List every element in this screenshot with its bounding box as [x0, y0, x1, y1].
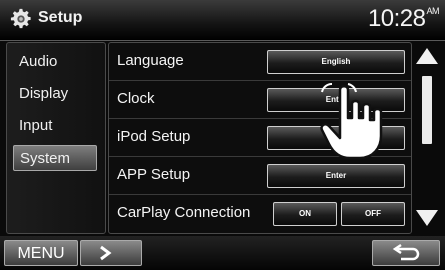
bottom-bar: MENU [0, 236, 445, 270]
row-label: CarPlay Connection [117, 204, 251, 221]
page-title: Setup [38, 9, 83, 26]
tab-display[interactable]: Display [13, 81, 97, 107]
clock-time: 10:28 [367, 5, 426, 32]
language-button[interactable]: English [267, 50, 405, 74]
hand-pointer-icon [320, 82, 383, 160]
setup-screen: Setup 10:28AM Audio Display Input System… [0, 0, 445, 270]
scroll-up-icon[interactable] [416, 48, 438, 64]
tab-audio[interactable]: Audio [13, 49, 97, 75]
tab-input[interactable]: Input [13, 113, 97, 139]
next-page-button[interactable] [80, 240, 142, 266]
category-tabs: Audio Display Input System [6, 42, 106, 234]
settings-row-app-setup: APP Setup Enter [109, 157, 411, 195]
clock-display: 10:28AM [367, 5, 440, 33]
scroll-down-icon[interactable] [416, 210, 438, 226]
row-label: Language [117, 52, 184, 69]
chevron-right-icon [100, 245, 112, 261]
row-label: iPod Setup [117, 128, 191, 145]
carplay-off-button[interactable]: OFF [341, 202, 405, 226]
clock-ampm: AM [426, 6, 440, 16]
settings-row-carplay-connection: CarPlay Connection ON OFF [109, 195, 411, 233]
scroll-thumb[interactable] [422, 76, 432, 144]
carplay-on-button[interactable]: ON [273, 202, 337, 226]
tab-system[interactable]: System [13, 145, 97, 171]
row-label: Clock [117, 90, 155, 107]
return-arrow-icon [392, 243, 420, 261]
top-bar: Setup 10:28AM [0, 0, 445, 41]
app-setup-enter-button[interactable]: Enter [267, 164, 405, 188]
row-label: APP Setup [117, 166, 191, 183]
scroll-bar [412, 42, 442, 232]
gear-icon [10, 8, 31, 29]
menu-button[interactable]: MENU [4, 240, 78, 266]
settings-row-language: Language English [109, 43, 411, 81]
back-button[interactable] [372, 240, 440, 266]
